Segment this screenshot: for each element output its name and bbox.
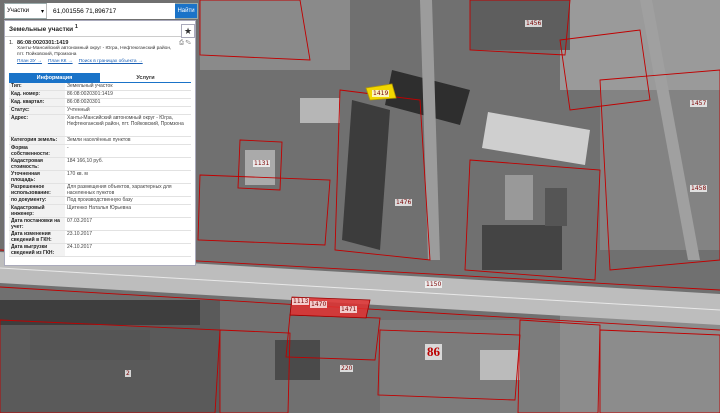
attribute-row: Дата выгрузки сведений из ГКН: 24.10.2017 [9,244,191,257]
search-in-bounds-link[interactable]: Поиск в границах объекта → [79,59,143,64]
tab-services[interactable]: Услуги [100,73,191,83]
attribute-row: Уточненная площадь: 170 кв. м [9,171,191,184]
attribute-key: Статус: [9,107,65,114]
info-tabs: Информация Услуги [9,73,191,83]
map-label: 1456 [525,20,543,27]
attribute-value: Под производственную базу [67,197,133,203]
attribute-value: Учтенный [67,107,90,113]
results-panel: Земельные участки 1 × 1. 86:08:0020301:1… [4,20,196,266]
attribute-row: Разрешенное использование: Для размещения… [9,184,191,197]
attributes-table: Тип: Земельный участок Кад. номер: 86:08:00… [9,83,191,257]
attribute-row: Кадастровый инженер: Щитенко Наталья Юрье… [9,205,191,218]
attribute-value: Земельный участок [67,83,113,89]
attribute-value: 07.03.2017 [67,218,93,224]
attribute-value: Ханты-Мансийский автономный округ - Югра… [67,115,184,127]
attribute-value: Щитенко Наталья Юрьевна [67,205,132,211]
attribute-key: Форма собственности: [9,145,65,157]
attribute-key: Адрес: [9,115,65,136]
attribute-row: Дата постановки на учет: 07.03.2017 [9,218,191,231]
map-label: 1113 [292,298,310,305]
attribute-key: Разрешенное использование: [9,184,65,196]
print-icon[interactable]: ⎙ ✎ [179,40,191,73]
search-input[interactable] [47,3,175,19]
attribute-value: 184 166,10 руб. [67,158,103,164]
attribute-value: Земли населённых пунктов [67,137,131,143]
attribute-value: 24.10.2017 [67,244,93,250]
search-type-label: Участки [7,8,29,14]
attribute-key: Тип: [9,83,65,90]
quarter-number-label: 86 [425,344,442,360]
attribute-key: Кад. номер: [9,91,65,98]
attribute-value: - [67,145,69,151]
attribute-key: Категория земель: [9,137,65,144]
attribute-key: Кадастровый инженер: [9,205,65,217]
attribute-key: Дата выгрузки сведений из ГКН: [9,244,65,256]
attribute-key: по документу: [9,197,65,204]
map-label: 1419 [372,90,390,97]
attribute-row: Кад. номер: 86:08:0020301:1419 [9,91,191,99]
attribute-value: 170 кв. м [67,171,88,177]
attribute-row: Тип: Земельный участок [9,83,191,91]
attribute-value: 86:08:0020301:1419 [67,91,113,97]
map-label: 1131 [253,160,271,167]
result-address: Ханты-Мансийский автономный округ - Югра… [17,46,172,57]
search-bar: Участки ▾ Найти [4,3,198,19]
plan-kk-link[interactable]: План КК → [48,59,73,64]
attribute-row: Статус: Учтенный [9,107,191,115]
panel-title: Земельные участки 1 [9,23,78,34]
attribute-row: по документу: Под производственную базу [9,197,191,205]
attribute-key: Кад. квартал: [9,99,65,106]
chevron-down-icon: ▾ [40,8,44,15]
attribute-value: 23.10.2017 [67,231,93,237]
attribute-row: Категория земель: Земли населённых пункто… [9,137,191,145]
map-label: 1457 [690,100,708,107]
star-icon[interactable]: ★ [181,24,195,38]
map-label: 2 [125,370,131,377]
panel-header: Земельные участки 1 × [5,21,195,37]
map-label: 1150 [425,281,443,288]
result-item[interactable]: 1. 86:08:0020301:1419 Ханты-Мансийский а… [5,37,195,73]
attribute-value: Для размещения объектов, характерных для… [67,184,172,196]
attribute-row: Кадастровая стоимость: 184 166,10 руб. [9,158,191,171]
map-label: 220 [340,365,354,372]
result-index: 1. [9,40,14,46]
attribute-row: Адрес: Ханты-Мансийский автономный округ … [9,115,191,137]
search-type-select[interactable]: Участки ▾ [5,4,47,18]
attribute-key: Дата постановки на учет: [9,218,65,230]
plan-zu-link[interactable]: План ЗУ → [17,59,42,64]
search-button[interactable]: Найти [175,4,197,18]
attribute-row: Форма собственности: - [9,145,191,158]
attribute-row: Дата изменения сведений в ГКН: 23.10.2017 [9,231,191,244]
attribute-key: Дата изменения сведений в ГКН: [9,231,65,243]
map-label: 1470 [310,301,328,308]
attribute-key: Кадастровая стоимость: [9,158,65,170]
attribute-value: 86:08:0020301 [67,99,101,105]
attribute-key: Уточненная площадь: [9,171,65,183]
map-label: 1476 [395,199,413,206]
result-count: 1 [74,23,78,30]
map-label: 1458 [690,185,708,192]
attribute-row: Кад. квартал: 86:08:0020301 [9,99,191,107]
tab-information[interactable]: Информация [9,73,100,83]
map-label: 1471 [340,306,358,313]
